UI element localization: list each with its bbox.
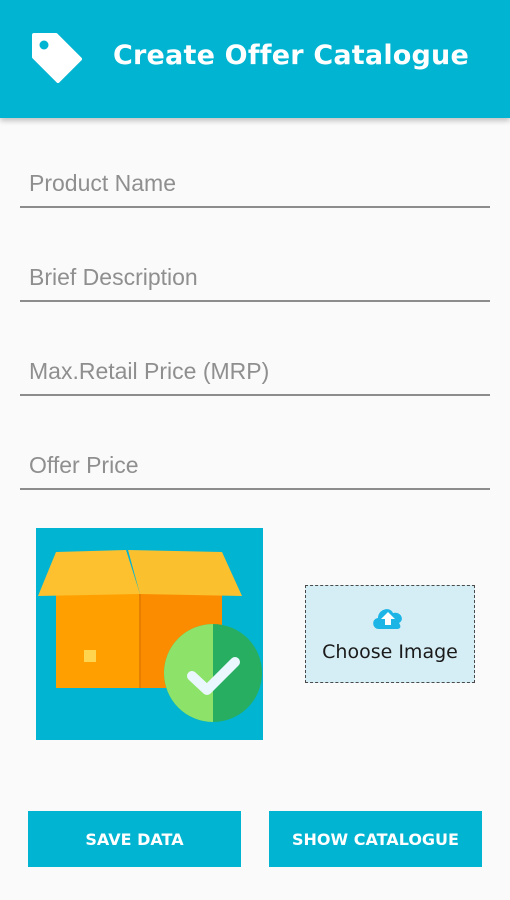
cloud-upload-icon [373,609,402,629]
offer-price-input[interactable] [20,442,490,488]
app-bar: Create Offer Catalogue [0,0,510,118]
choose-image-button[interactable]: Choose Image [305,585,475,683]
brief-description-input[interactable] [20,254,490,300]
mrp-field-container [20,348,490,396]
brief-description-field-container [20,254,490,302]
product-name-field-container [20,160,490,208]
show-catalogue-button[interactable]: SHOW CATALOGUE [269,811,482,867]
tag-icon [32,33,82,83]
offer-price-field-container [20,442,490,490]
product-name-input[interactable] [20,160,490,206]
choose-image-label: Choose Image [322,641,458,663]
mrp-input[interactable] [20,348,490,394]
save-data-button[interactable]: SAVE DATA [28,811,241,867]
box-check-icon [36,528,263,740]
page-title: Create Offer Catalogue [113,40,469,71]
